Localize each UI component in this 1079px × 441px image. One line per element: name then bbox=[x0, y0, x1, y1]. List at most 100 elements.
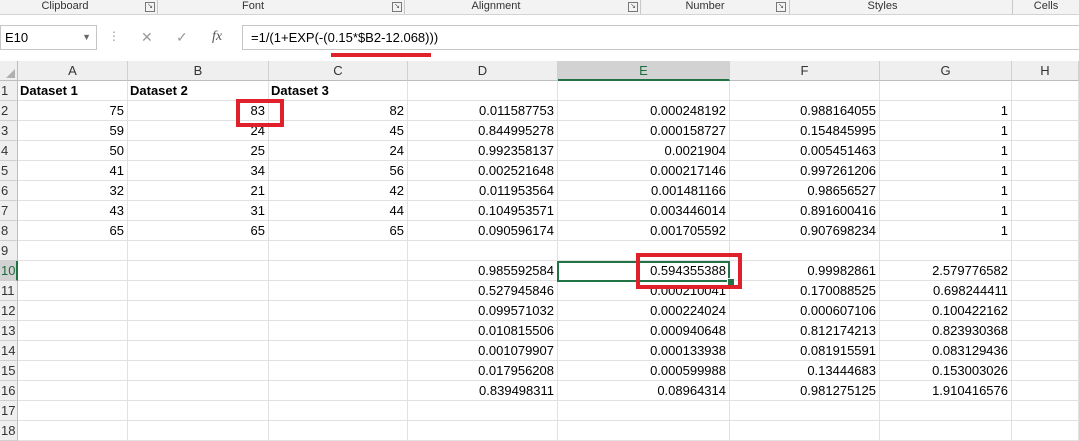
number-dialog-launcher-icon[interactable]: ↘ bbox=[776, 2, 786, 12]
cell-b15[interactable] bbox=[128, 361, 269, 381]
cell-h9[interactable] bbox=[1012, 241, 1079, 261]
cell-d9[interactable] bbox=[408, 241, 558, 261]
cell-c2[interactable]: 82 bbox=[269, 101, 408, 121]
cell-h14[interactable] bbox=[1012, 341, 1079, 361]
cell-g9[interactable] bbox=[880, 241, 1012, 261]
cell-f1[interactable] bbox=[730, 81, 880, 101]
cell-b4[interactable]: 25 bbox=[128, 141, 269, 161]
cell-c17[interactable] bbox=[269, 401, 408, 421]
cell-e15[interactable]: 0.000599988 bbox=[558, 361, 730, 381]
cell-b13[interactable] bbox=[128, 321, 269, 341]
cell-f9[interactable] bbox=[730, 241, 880, 261]
cell-e13[interactable]: 0.000940648 bbox=[558, 321, 730, 341]
cell-g5[interactable]: 1 bbox=[880, 161, 1012, 181]
cell-f4[interactable]: 0.005451463 bbox=[730, 141, 880, 161]
cell-g8[interactable]: 1 bbox=[880, 221, 1012, 241]
cell-a13[interactable] bbox=[18, 321, 128, 341]
cell-h4[interactable] bbox=[1012, 141, 1079, 161]
cell-f7[interactable]: 0.891600416 bbox=[730, 201, 880, 221]
cell-b6[interactable]: 21 bbox=[128, 181, 269, 201]
cell-a2[interactable]: 75 bbox=[18, 101, 128, 121]
cell-h11[interactable] bbox=[1012, 281, 1079, 301]
cell-f16[interactable]: 0.981275125 bbox=[730, 381, 880, 401]
row-header-16[interactable]: 16 bbox=[0, 381, 18, 401]
cell-d1[interactable] bbox=[408, 81, 558, 101]
cell-d17[interactable] bbox=[408, 401, 558, 421]
cell-h8[interactable] bbox=[1012, 221, 1079, 241]
cell-f2[interactable]: 0.988164055 bbox=[730, 101, 880, 121]
cell-f15[interactable]: 0.13444683 bbox=[730, 361, 880, 381]
spreadsheet-grid[interactable]: A B C D E F G H 1 Dataset 1 Dataset 2 Dataset 3 2 75 8… bbox=[0, 61, 1079, 441]
cell-g15[interactable]: 0.153003026 bbox=[880, 361, 1012, 381]
cell-e5[interactable]: 0.000217146 bbox=[558, 161, 730, 181]
cell-b5[interactable]: 34 bbox=[128, 161, 269, 181]
cell-e4[interactable]: 0.0021904 bbox=[558, 141, 730, 161]
cell-d11[interactable]: 0.527945846 bbox=[408, 281, 558, 301]
cell-b8[interactable]: 65 bbox=[128, 221, 269, 241]
font-dialog-launcher-icon[interactable]: ↘ bbox=[392, 2, 402, 12]
row-header-4[interactable]: 4 bbox=[0, 141, 18, 161]
cell-g1[interactable] bbox=[880, 81, 1012, 101]
cell-d16[interactable]: 0.839498311 bbox=[408, 381, 558, 401]
cell-c14[interactable] bbox=[269, 341, 408, 361]
cell-f17[interactable] bbox=[730, 401, 880, 421]
column-header-e[interactable]: E bbox=[558, 61, 730, 81]
cell-h18[interactable] bbox=[1012, 421, 1079, 441]
cell-c11[interactable] bbox=[269, 281, 408, 301]
cell-d6[interactable]: 0.011953564 bbox=[408, 181, 558, 201]
row-header-7[interactable]: 7 bbox=[0, 201, 18, 221]
row-header-15[interactable]: 15 bbox=[0, 361, 18, 381]
cell-d5[interactable]: 0.002521648 bbox=[408, 161, 558, 181]
cell-a1[interactable]: Dataset 1 bbox=[18, 81, 128, 101]
cell-g17[interactable] bbox=[880, 401, 1012, 421]
cell-a7[interactable]: 43 bbox=[18, 201, 128, 221]
column-header-h[interactable]: H bbox=[1012, 61, 1079, 81]
cell-a15[interactable] bbox=[18, 361, 128, 381]
cell-e18[interactable] bbox=[558, 421, 730, 441]
cell-a9[interactable] bbox=[18, 241, 128, 261]
cell-b14[interactable] bbox=[128, 341, 269, 361]
row-header-10[interactable]: 10 bbox=[0, 261, 18, 281]
name-box[interactable]: E10 ▼ bbox=[0, 25, 97, 50]
row-header-14[interactable]: 14 bbox=[0, 341, 18, 361]
cell-g2[interactable]: 1 bbox=[880, 101, 1012, 121]
column-header-f[interactable]: F bbox=[730, 61, 880, 81]
cell-c4[interactable]: 24 bbox=[269, 141, 408, 161]
cell-h2[interactable] bbox=[1012, 101, 1079, 121]
cell-b16[interactable] bbox=[128, 381, 269, 401]
column-header-c[interactable]: C bbox=[269, 61, 408, 81]
cell-b7[interactable]: 31 bbox=[128, 201, 269, 221]
more-options-icon[interactable]: ⋮ bbox=[108, 29, 120, 43]
cell-c13[interactable] bbox=[269, 321, 408, 341]
cell-a12[interactable] bbox=[18, 301, 128, 321]
cell-d7[interactable]: 0.104953571 bbox=[408, 201, 558, 221]
cell-a18[interactable] bbox=[18, 421, 128, 441]
cell-e17[interactable] bbox=[558, 401, 730, 421]
column-header-d[interactable]: D bbox=[408, 61, 558, 81]
cell-d8[interactable]: 0.090596174 bbox=[408, 221, 558, 241]
cell-c3[interactable]: 45 bbox=[269, 121, 408, 141]
cell-a8[interactable]: 65 bbox=[18, 221, 128, 241]
cell-c9[interactable] bbox=[269, 241, 408, 261]
cell-h6[interactable] bbox=[1012, 181, 1079, 201]
cell-h5[interactable] bbox=[1012, 161, 1079, 181]
cell-f6[interactable]: 0.98656527 bbox=[730, 181, 880, 201]
cell-e14[interactable]: 0.000133938 bbox=[558, 341, 730, 361]
cell-b11[interactable] bbox=[128, 281, 269, 301]
cell-a17[interactable] bbox=[18, 401, 128, 421]
row-header-8[interactable]: 8 bbox=[0, 221, 18, 241]
cell-g6[interactable]: 1 bbox=[880, 181, 1012, 201]
cell-e1[interactable] bbox=[558, 81, 730, 101]
select-all-button[interactable] bbox=[0, 61, 18, 81]
cell-g12[interactable]: 0.100422162 bbox=[880, 301, 1012, 321]
row-header-11[interactable]: 11 bbox=[0, 281, 18, 301]
row-header-3[interactable]: 3 bbox=[0, 121, 18, 141]
cell-f5[interactable]: 0.997261206 bbox=[730, 161, 880, 181]
cell-b1[interactable]: Dataset 2 bbox=[128, 81, 269, 101]
cell-h13[interactable] bbox=[1012, 321, 1079, 341]
cell-e8[interactable]: 0.001705592 bbox=[558, 221, 730, 241]
row-header-1[interactable]: 1 bbox=[0, 81, 18, 101]
alignment-dialog-launcher-icon[interactable]: ↘ bbox=[628, 2, 638, 12]
cell-c8[interactable]: 65 bbox=[269, 221, 408, 241]
column-header-g[interactable]: G bbox=[880, 61, 1012, 81]
